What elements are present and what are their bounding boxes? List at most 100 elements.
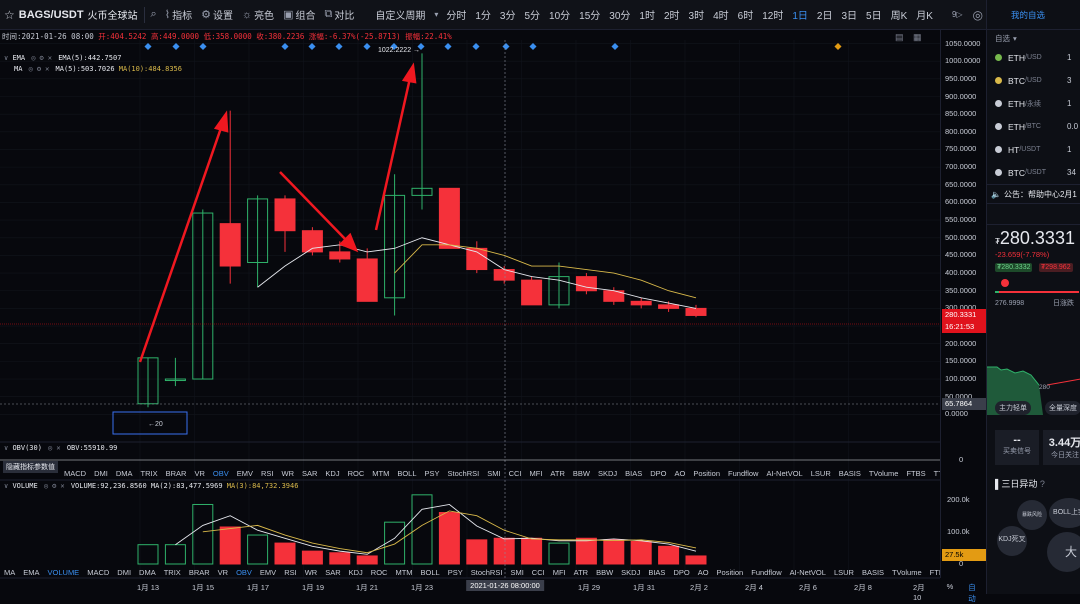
indicator-RSI[interactable]: RSI <box>261 469 274 478</box>
mover-bubble[interactable]: BOLL上突 <box>1049 498 1080 528</box>
indicator-SAR[interactable]: SAR <box>302 469 317 478</box>
indicator-ATR[interactable]: ATR <box>550 469 564 478</box>
watchlist-item[interactable]: HT/USDT 1 <box>987 138 1080 161</box>
signal-stat[interactable]: -- 买卖信号 <box>995 430 1039 465</box>
indicator-Fundflow[interactable]: Fundflow <box>728 469 758 478</box>
indicator-StochRSI[interactable]: StochRSI <box>471 568 503 577</box>
indicator-RSI[interactable]: RSI <box>284 568 297 577</box>
dimensions-icon[interactable]: 9▷ <box>952 10 963 19</box>
indicator-BASIS[interactable]: BASIS <box>839 469 861 478</box>
eye-icon[interactable]: ◎ <box>44 482 48 490</box>
indicator-AI-NetVOL[interactable]: AI-NetVOL <box>766 469 802 478</box>
indicator-ATR[interactable]: ATR <box>574 568 588 577</box>
tab-watchlist[interactable]: 我的自选 <box>987 0 1080 30</box>
indicator-TVolume[interactable]: TVolume <box>869 469 899 478</box>
indicator-StochRSI[interactable]: StochRSI <box>448 469 480 478</box>
indicator-SAR[interactable]: SAR <box>325 568 340 577</box>
price-axis[interactable]: 1050.0000 1000.0000 950.0000 900.0000 850.00… <box>940 30 986 578</box>
indicator-SKDJ[interactable]: SKDJ <box>621 568 640 577</box>
indicator-FTBS[interactable]: FTBS <box>906 469 925 478</box>
camera-icon[interactable]: ◎ <box>973 8 983 22</box>
indicator-DPO[interactable]: DPO <box>673 568 689 577</box>
gear-icon[interactable]: ⚙ <box>52 482 56 490</box>
indicator-VOLUME[interactable]: VOLUME <box>48 568 80 577</box>
indicator-SMI[interactable]: SMI <box>487 469 500 478</box>
mover-bubble[interactable]: 大 <box>1047 532 1080 572</box>
watchlist-item[interactable]: ETH/永续 1 <box>987 92 1080 115</box>
indicator-ROC[interactable]: ROC <box>348 469 365 478</box>
watchlist-filter[interactable]: 自选 ▾ <box>987 30 1080 46</box>
indicator-PSY[interactable]: PSY <box>425 469 440 478</box>
indicator-LSUR[interactable]: LSUR <box>834 568 854 577</box>
watchlist-item[interactable]: ETH/BTC 0.0 <box>987 115 1080 138</box>
notice-bar[interactable]: 🔈 公告：帮助中心2月1 <box>987 184 1080 204</box>
percent-toggle[interactable]: % <box>947 582 954 591</box>
indicator-BIAS[interactable]: BIAS <box>648 568 665 577</box>
indicator-DPO[interactable]: DPO <box>650 469 666 478</box>
indicator-DMI[interactable]: DMI <box>117 568 131 577</box>
eye-icon[interactable]: ◎ <box>48 444 52 452</box>
indicator-BBW[interactable]: BBW <box>596 568 613 577</box>
indicator-TRIX[interactable]: TRIX <box>141 469 158 478</box>
indicator-ROC[interactable]: ROC <box>371 568 388 577</box>
indicator-Position[interactable]: Position <box>693 469 720 478</box>
indicator-CCI[interactable]: CCI <box>509 469 522 478</box>
indicator-AO[interactable]: AO <box>675 469 686 478</box>
mover-bubble[interactable]: KDJ死叉 <box>997 526 1027 556</box>
close-icon[interactable]: ✕ <box>56 444 60 452</box>
indicator-DMI[interactable]: DMI <box>94 469 108 478</box>
indicator-Fundflow[interactable]: Fundflow <box>751 568 781 577</box>
collapse-icon: ∨ <box>4 482 9 490</box>
indicator-PSY[interactable]: PSY <box>448 568 463 577</box>
indicator-Position[interactable]: Position <box>717 568 744 577</box>
watchlist-item[interactable]: BTC/USDT 34 <box>987 161 1080 184</box>
indicator-SKDJ[interactable]: SKDJ <box>598 469 617 478</box>
indicator-AI-NetVOL[interactable]: AI-NetVOL <box>790 568 826 577</box>
indicator-BRAR[interactable]: BRAR <box>189 568 210 577</box>
indicator-MFI[interactable]: MFI <box>553 568 566 577</box>
main-order-button[interactable]: 主力轻单 <box>995 401 1031 415</box>
indicator-EMV[interactable]: EMV <box>237 469 253 478</box>
indicator-BASIS[interactable]: BASIS <box>862 568 884 577</box>
indicator-LSUR[interactable]: LSUR <box>811 469 831 478</box>
indicator-EMA[interactable]: EMA <box>23 568 39 577</box>
indicator-MTM[interactable]: MTM <box>395 568 412 577</box>
time-tick-label: 1月 19 <box>301 583 325 592</box>
indicator-OBV[interactable]: OBV <box>236 568 252 577</box>
indicator-EMV[interactable]: EMV <box>260 568 276 577</box>
kline-chart[interactable]: ←20 1022.2222 → ▤ ▦ <box>0 0 940 579</box>
indicator-TVolume[interactable]: TVolume <box>892 568 922 577</box>
indicator-VR[interactable]: VR <box>218 568 228 577</box>
attention-stat[interactable]: 3.44万 今日关注 <box>1043 430 1080 465</box>
indicator-VR[interactable]: VR <box>194 469 204 478</box>
coin-price: 0.0 <box>1067 122 1079 131</box>
indicator-TRIX[interactable]: TRIX <box>164 568 181 577</box>
watchlist-item[interactable]: ETH/USD 1 <box>987 46 1080 69</box>
indicator-WR[interactable]: WR <box>305 568 318 577</box>
indicator-KDJ[interactable]: KDJ <box>325 469 339 478</box>
mover-bubble[interactable]: 暴跌风险 <box>1017 500 1047 530</box>
indicator-MFI[interactable]: MFI <box>530 469 543 478</box>
indicator-AO[interactable]: AO <box>698 568 709 577</box>
indicator-BBW[interactable]: BBW <box>573 469 590 478</box>
indicator-MA[interactable]: MA <box>4 568 15 577</box>
indicator-WR[interactable]: WR <box>282 469 295 478</box>
indicator-KDJ[interactable]: KDJ <box>349 568 363 577</box>
indicator-BIAS[interactable]: BIAS <box>625 469 642 478</box>
close-icon[interactable]: ✕ <box>60 482 64 490</box>
indicator-BOLL[interactable]: BOLL <box>421 568 440 577</box>
price-tick-label: 150.0000 <box>945 356 977 366</box>
indicator-SMI[interactable]: SMI <box>510 568 523 577</box>
indicator-DMA[interactable]: DMA <box>116 469 133 478</box>
indicator-BOLL[interactable]: BOLL <box>397 469 416 478</box>
indicator-BRAR[interactable]: BRAR <box>166 469 187 478</box>
full-depth-button[interactable]: 全量深度 <box>1045 401 1080 415</box>
indicator-MACD[interactable]: MACD <box>87 568 109 577</box>
indicator-CCI[interactable]: CCI <box>532 568 545 577</box>
indicator-MTM[interactable]: MTM <box>372 469 389 478</box>
indicator-OBV[interactable]: OBV <box>213 469 229 478</box>
indicator-DMA[interactable]: DMA <box>139 568 156 577</box>
indicator-MACD[interactable]: MACD <box>64 469 86 478</box>
watchlist-item[interactable]: BTC/USD 3 <box>987 69 1080 92</box>
auto-scale-toggle[interactable]: 自动 <box>968 582 976 604</box>
